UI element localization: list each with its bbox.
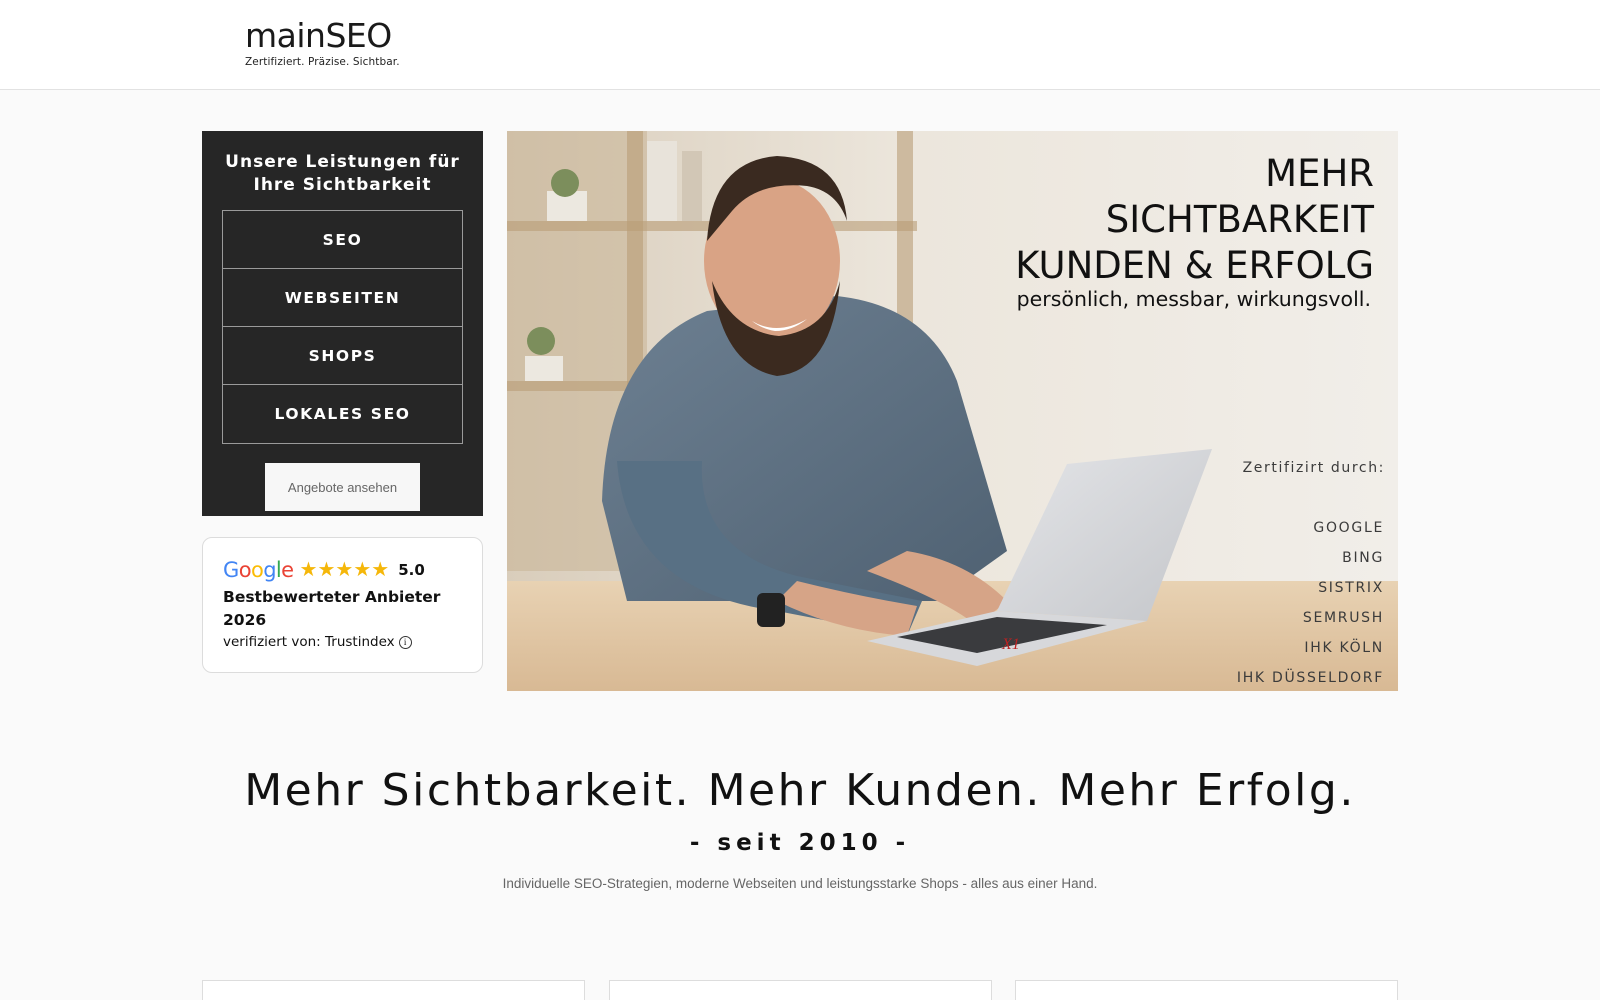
offers-button[interactable]: Angebote ansehen: [265, 463, 420, 511]
star-icon: ★: [353, 559, 372, 581]
star-icon: ★: [299, 559, 318, 581]
hero-line-2: SICHTBARKEIT: [1105, 198, 1374, 241]
cert-label: Zertifizirt durch:: [1242, 460, 1385, 476]
site-header: mainSEO Zertifiziert. Präzise. Sichtbar.: [0, 0, 1600, 90]
logo[interactable]: mainSEO Zertifiziert. Präzise. Sichtbar.: [245, 16, 400, 68]
services-panel: Unsere Leistungen für Ihre Sichtbarkeit …: [202, 131, 483, 516]
cert-item-semrush: SEMRUSH: [1302, 610, 1384, 626]
main-description: Individuelle SEO-Strategien, moderne Web…: [502, 876, 1098, 891]
main-tagline: Mehr Sichtbarkeit. Mehr Kunden. Mehr Erf…: [244, 765, 1356, 816]
svg-text:X1: X1: [1001, 636, 1020, 653]
hero-banner: X1 MEHR SICHTBARKEIT KUNDEN & ERFOLG per…: [507, 131, 1398, 691]
cert-item-ihk-koeln: IHK KÖLN: [1304, 640, 1384, 656]
hero-headline: MEHR SICHTBARKEIT KUNDEN & ERFOLG persön…: [1015, 151, 1374, 311]
hero-line-3: KUNDEN & ERFOLG: [1015, 244, 1374, 287]
logo-tagline: Zertifiziert. Präzise. Sichtbar.: [245, 56, 400, 68]
google-logo: Google: [223, 558, 294, 582]
logo-name: mainSEO: [245, 16, 392, 55]
review-badge[interactable]: Google ★ ★ ★ ★ ★ 5.0 Bestbewerteter Anbi…: [202, 537, 483, 673]
service-item-seo[interactable]: SEO: [223, 211, 462, 269]
star-icon: ★: [317, 559, 336, 581]
services-title: Unsere Leistungen für Ihre Sichtbarkeit: [225, 152, 460, 195]
cert-item-google: GOOGLE: [1313, 520, 1384, 536]
cert-item-bing: BING: [1342, 550, 1384, 566]
feature-card: [202, 980, 585, 1000]
service-item-shops[interactable]: SHOPS: [223, 327, 462, 385]
review-verified-text: verifiziert von: Trustindex: [223, 634, 395, 650]
services-menu: SEO WEBSEITEN SHOPS LOKALES SEO: [222, 210, 463, 444]
rating-stars: ★ ★ ★ ★ ★: [300, 560, 390, 580]
service-item-webseiten[interactable]: WEBSEITEN: [223, 269, 462, 327]
star-icon: ★: [371, 559, 390, 581]
info-icon[interactable]: i: [398, 635, 412, 649]
star-icon: ★: [335, 559, 354, 581]
certification-list: Zertifizirt durch: GOOGLE BING SISTRIX S…: [1237, 460, 1384, 691]
cert-item-sistrix: SISTRIX: [1318, 580, 1384, 596]
service-item-lokales-seo[interactable]: LOKALES SEO: [223, 385, 462, 443]
hero-line-1: MEHR: [1265, 152, 1374, 195]
rating-score: 5.0: [398, 561, 425, 579]
hero-subline: persönlich, messbar, wirkungsvoll.: [1016, 287, 1371, 311]
feature-card: [1015, 980, 1398, 1000]
feature-card: [609, 980, 992, 1000]
cert-item-ihk-duesseldorf: IHK DÜSSELDORF: [1236, 670, 1384, 686]
review-title: Bestbewerteter Anbieter 2026: [223, 588, 441, 629]
since-label: - seit 2010 -: [689, 830, 911, 856]
review-header: Google ★ ★ ★ ★ ★ 5.0: [223, 558, 425, 582]
review-verified: verifiziert von: Trustindex i: [223, 634, 412, 650]
